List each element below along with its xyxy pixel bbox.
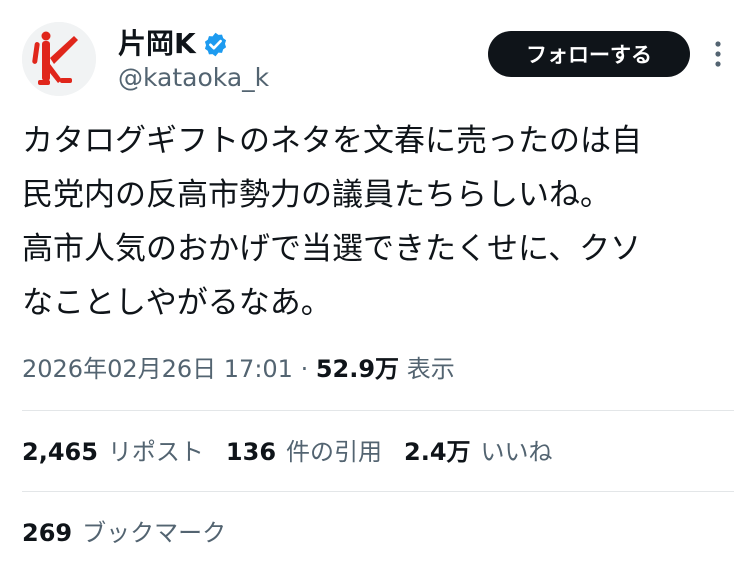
likes-count: 2.4万 — [404, 438, 471, 466]
verified-badge-icon — [202, 31, 229, 58]
avatar[interactable] — [22, 22, 96, 96]
meta-separator: · — [292, 355, 316, 383]
divider — [22, 491, 734, 492]
author-handle[interactable]: @kataoka_k — [118, 62, 269, 94]
avatar-figure-image — [22, 22, 96, 96]
quotes-count: 136 — [225, 438, 277, 466]
tweet-header: 片岡K @kataoka_k フォローする — [0, 0, 756, 110]
bookmarks-label: ブックマーク — [82, 519, 227, 547]
tweet-text: カタログギフトのネタを文春に売ったのは自 民党内の反高市勢力の議員たちらしいね。… — [22, 123, 642, 321]
display-name[interactable]: 片岡K — [118, 26, 196, 62]
reposts-stat[interactable]: 2,465 リポスト — [22, 432, 204, 472]
divider — [22, 410, 734, 411]
views-label: 表示 — [406, 355, 455, 383]
tweet-timestamp[interactable]: 2026年02月26日 17:01 — [22, 355, 293, 383]
more-vertical-icon[interactable] — [708, 38, 728, 70]
engagement-stats: 2,465 リポスト 136 件の引用 2.4万 いいね — [22, 432, 575, 472]
views-count: 52.9万 — [315, 355, 400, 383]
likes-stat[interactable]: 2.4万 いいね — [404, 432, 553, 472]
quotes-label: 件の引用 — [286, 438, 383, 466]
likes-label: いいね — [480, 438, 553, 466]
reposts-label: リポスト — [107, 438, 204, 466]
author-name-row[interactable]: 片岡K — [118, 26, 229, 62]
follow-button[interactable]: フォローする — [488, 31, 690, 77]
bookmarks-count: 269 — [22, 519, 73, 547]
quotes-stat[interactable]: 136 件の引用 — [226, 432, 382, 472]
bookmarks-stat[interactable]: 269 ブックマーク — [22, 513, 226, 553]
tweet-meta: 2026年02月26日 17:01 · 52.9万 表示 — [22, 349, 455, 389]
reposts-count: 2,465 — [22, 438, 98, 466]
